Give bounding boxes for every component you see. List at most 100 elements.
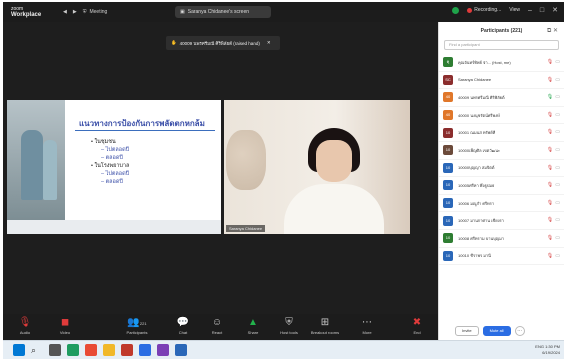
meeting-menu[interactable]: ⛨ Meeting bbox=[83, 9, 108, 15]
participant-row[interactable]: 10 10000เพ็ญศิล เขตวัฒนะ 🎙 ▭ bbox=[439, 142, 564, 160]
mic-muted-icon: 🎙 bbox=[546, 129, 554, 136]
back-icon[interactable]: ◀ bbox=[63, 9, 67, 15]
chat-button[interactable]: 💬 Chat bbox=[165, 316, 201, 335]
slide-bullet: • ในชุมชน bbox=[91, 139, 116, 145]
avatar: 10 bbox=[443, 215, 453, 226]
participant-list: คุ คุณจันทร์ทิพย์ จ่า... (Host, me) 🎙 ▭ SC Sa… bbox=[439, 54, 564, 266]
participant-name: 10000เพ็ญศิล เขตวัฒนะ bbox=[458, 147, 501, 153]
elderly-person-image bbox=[21, 130, 43, 200]
participant-status: 🎙 ▭ bbox=[547, 182, 560, 188]
close-icon[interactable]: ✕ bbox=[552, 6, 558, 14]
invite-button[interactable]: Invite bbox=[455, 326, 479, 336]
participants-count: 221 bbox=[139, 321, 147, 326]
slide-divider bbox=[75, 130, 215, 131]
grid-icon: ⊞ bbox=[320, 317, 330, 328]
slide-sub-bullet: – ไปตลอดปี bbox=[101, 171, 130, 177]
forward-icon[interactable]: ▶ bbox=[73, 9, 77, 15]
participant-name: 10008 ศรีทราม บานบุญมา bbox=[458, 235, 505, 241]
view-menu[interactable]: View bbox=[509, 7, 520, 13]
participant-status: 🎙 ▭ bbox=[547, 165, 560, 171]
participants-button[interactable]: 👥221 Participants bbox=[117, 316, 157, 335]
ellipsis-icon: ⋯ bbox=[362, 317, 372, 328]
mic-muted-icon: 🎙 bbox=[546, 252, 554, 259]
more-options-icon[interactable]: … bbox=[514, 326, 525, 336]
participant-status: 🎙 ▭ bbox=[547, 112, 560, 118]
app-icon[interactable] bbox=[121, 344, 133, 356]
participant-search-input[interactable]: Find a participant bbox=[444, 40, 559, 50]
app-icon[interactable] bbox=[157, 344, 169, 356]
participant-row[interactable]: 40 40009 นพรศรีมณี ศิริพิลัยต์ 🎙 ▭ bbox=[439, 89, 564, 107]
meeting-toolbar: 🎙 Audio ◼ Video 👥221 Participants 💬 Chat… bbox=[3, 314, 438, 340]
participant-status: 🎙 ▭ bbox=[547, 200, 560, 206]
participant-row[interactable]: 10 10005ศรีทา พึ่งธูปมธ 🎙 ▭ bbox=[439, 177, 564, 195]
slide-photo bbox=[7, 100, 65, 220]
chrome-icon[interactable] bbox=[85, 344, 97, 356]
mic-muted-icon: 🎙 bbox=[546, 217, 554, 224]
participants-panel: Participants (221) ⧉ ✕ Find a participan… bbox=[438, 22, 564, 340]
slide-title: แนวทางการป้องกันการพลัดตกหกล้ม bbox=[79, 119, 205, 128]
avatar: 10 bbox=[443, 198, 453, 209]
video-off-icon: ▭ bbox=[555, 76, 560, 83]
participant-row[interactable]: 10 10008 ศรีทราม บานบุญมา 🎙 ▭ bbox=[439, 230, 564, 248]
participant-row[interactable]: 10 10007 มานกาศาน เชียงรา 🎙 ▭ bbox=[439, 212, 564, 230]
system-tray[interactable]: ENG 1:30 PM 6/19/2024 bbox=[535, 344, 560, 356]
slide-bullet: • ในโรงพยาบาล bbox=[91, 163, 130, 169]
slide-body: • ในชุมชน – ไปตลอดปี – ตลอดปี • ในโรงพยา… bbox=[91, 138, 129, 186]
raised-hand-banner[interactable]: ✋ 40009 นพรศรีมณี ศิริพิลัยต์ (raised ha… bbox=[166, 36, 280, 50]
share-screen-icon: ▲ bbox=[248, 317, 258, 328]
participant-name: 10001 ณมนส ทรัพย์ที bbox=[458, 130, 496, 136]
share-button[interactable]: ▲ Share bbox=[235, 316, 271, 335]
meeting-stage: ✋ 40009 นพรศรีมณี ศิริพิลัยต์ (raised ha… bbox=[3, 22, 438, 314]
participant-name: 10006 มณูกำ ศรีทรา bbox=[458, 200, 495, 206]
participant-row[interactable]: 10 10000บุญญา สมจิตต์ 🎙 ▭ bbox=[439, 160, 564, 178]
minimize-icon[interactable]: – bbox=[528, 7, 532, 14]
participant-row[interactable]: 10 10001 ณมนส ทรัพย์ที 🎙 ▭ bbox=[439, 124, 564, 142]
chat-icon: 💬 bbox=[176, 317, 190, 328]
banner-close-icon[interactable]: ✕ bbox=[267, 40, 271, 46]
audio-button[interactable]: 🎙 Audio bbox=[7, 316, 43, 335]
mic-muted-icon: 🎙 bbox=[546, 164, 554, 171]
maximize-icon[interactable]: □ bbox=[540, 7, 544, 14]
mic-muted-icon: 🎙 bbox=[546, 111, 554, 118]
caregiver-image bbox=[43, 140, 57, 200]
react-button[interactable]: ☺ React bbox=[199, 316, 235, 335]
recording-status[interactable]: Recording... bbox=[467, 7, 501, 13]
security-icon[interactable] bbox=[452, 6, 460, 14]
avatar: 10 bbox=[443, 162, 453, 173]
video-off-icon: ▭ bbox=[555, 94, 560, 101]
panel-title: Participants (221) bbox=[480, 28, 523, 34]
folder-icon[interactable] bbox=[103, 344, 115, 356]
more-button[interactable]: ⋯ More bbox=[349, 316, 385, 335]
participant-row[interactable]: 10 10006 มณูกำ ศรีทรา 🎙 ▭ bbox=[439, 195, 564, 213]
participant-name: คุณจันทร์ทิพย์ จ่า... (Host, me) bbox=[458, 59, 511, 65]
shared-slide: แนวทางการป้องกันการพลัดตกหกล้ม • ในชุมชน… bbox=[7, 100, 221, 234]
participant-row[interactable]: 10 10010 ชีราพร มานี 🎙 ▭ bbox=[439, 248, 564, 266]
search-icon[interactable]: ⌕ bbox=[31, 344, 43, 356]
start-icon[interactable] bbox=[13, 344, 25, 356]
panel-popout-icon[interactable]: ⧉ ✕ bbox=[547, 27, 558, 35]
video-off-icon: ▭ bbox=[555, 111, 560, 118]
end-button[interactable]: ✖ End bbox=[399, 316, 435, 335]
video-button[interactable]: ◼ Video bbox=[47, 316, 83, 335]
participant-row[interactable]: 40 40000 นงนุชรัตน์ศรีพงษ์ 🎙 ▭ bbox=[439, 107, 564, 125]
participant-row[interactable]: คุ คุณจันทร์ทิพย์ จ่า... (Host, me) 🎙 ▭ bbox=[439, 54, 564, 72]
camera-tile[interactable]: Saranya Chidanee bbox=[224, 100, 410, 234]
edge-icon[interactable] bbox=[67, 344, 79, 356]
presenter-face bbox=[316, 140, 352, 182]
breakout-rooms-button[interactable]: ⊞ Breakout rooms bbox=[305, 316, 345, 335]
host-tools-button[interactable]: ⛨ Host tools bbox=[271, 316, 307, 335]
zoom-icon[interactable] bbox=[139, 344, 151, 356]
mute-all-button[interactable]: Mute all bbox=[482, 326, 511, 336]
avatar: 10 bbox=[443, 145, 453, 156]
participant-name: 10000บุญญา สมจิตต์ bbox=[458, 165, 495, 171]
record-icon bbox=[467, 7, 473, 13]
participant-name: 10007 มานกาศาน เชียงรา bbox=[458, 218, 504, 224]
mic-muted-icon: 🎙 bbox=[546, 146, 554, 153]
word-icon[interactable] bbox=[175, 344, 187, 356]
task-view-icon[interactable] bbox=[49, 344, 61, 356]
participant-name: 10010 ชีราพร มานี bbox=[458, 253, 491, 259]
video-off-icon: ▭ bbox=[555, 217, 560, 224]
participant-row[interactable]: SC Saranya Chidanee 🎙 ▭ bbox=[439, 72, 564, 90]
screen-share-chip[interactable]: ▣ Saranya Chidanee's screen bbox=[175, 6, 271, 18]
clock-time: 1:30 PM bbox=[545, 344, 560, 349]
